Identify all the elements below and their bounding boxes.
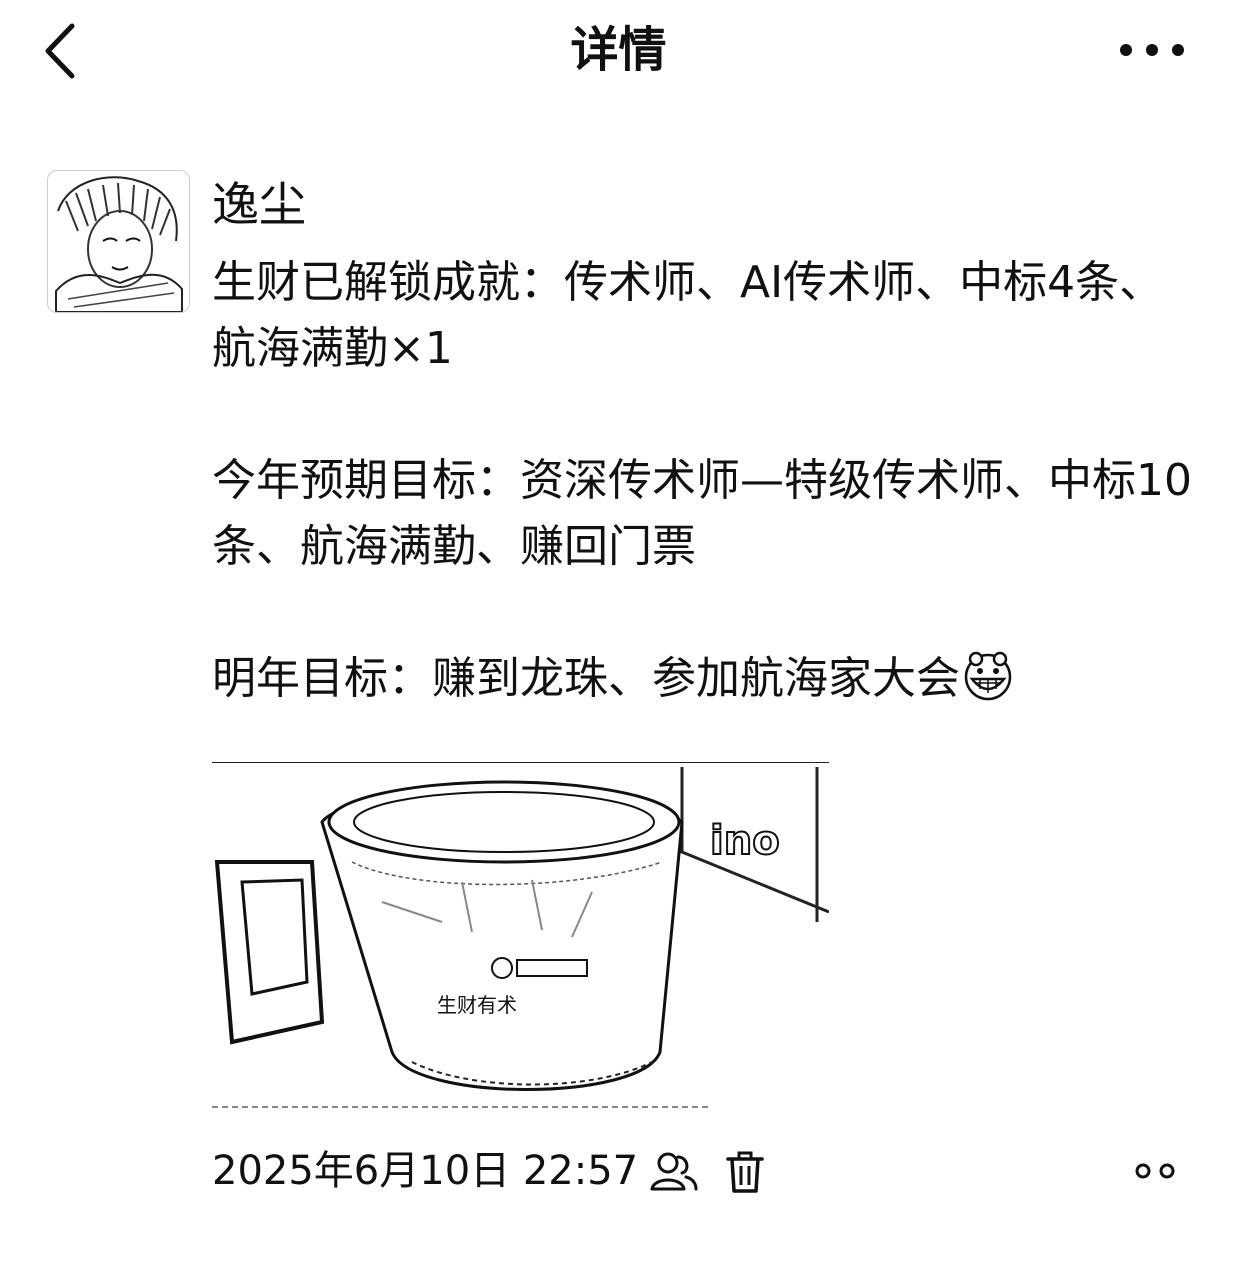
grinning-face-emoji-icon bbox=[960, 649, 1016, 701]
svg-text:ino: ino bbox=[710, 818, 780, 864]
more-button[interactable] bbox=[1112, 28, 1192, 72]
trash-icon[interactable] bbox=[724, 1149, 766, 1195]
more-horizontal-icon bbox=[1120, 44, 1184, 56]
page-title: 详情 bbox=[570, 22, 667, 78]
post-image[interactable]: ino 生财有术 bbox=[212, 762, 829, 1109]
post-content: 逸尘 生财已解锁成就：传术师、AI传术师、中标4条、航海满勤×1 今年预期目标：… bbox=[212, 170, 1192, 712]
post-text-paragraph-1: 生财已解锁成就：传术师、AI传术师、中标4条、航海满勤×1 bbox=[212, 257, 1164, 374]
post-footer: 2025年6月10日 22:57 bbox=[212, 1143, 1192, 1203]
post-text-paragraph-3: 明年目标：赚到龙珠、参加航海家大会 bbox=[212, 646, 1192, 712]
nav-bar: 详情 bbox=[0, 0, 1237, 100]
people-icon[interactable] bbox=[648, 1149, 700, 1195]
avatar-image bbox=[48, 171, 189, 312]
post-timestamp: 2025年6月10日 22:57 bbox=[212, 1148, 639, 1194]
avatar[interactable] bbox=[47, 170, 190, 313]
post-text-paragraph-3-text: 明年目标：赚到龙珠、参加航海家大会 bbox=[212, 653, 960, 704]
post-text-paragraph-2: 今年预期目标：资深传术师—特级传术师、中标10条、航海满勤、赚回门票 bbox=[212, 455, 1192, 572]
comment-dots-icon[interactable] bbox=[1130, 1153, 1182, 1189]
mug-printed-text: 生财有术 bbox=[437, 993, 517, 1017]
author-name[interactable]: 逸尘 bbox=[212, 170, 1192, 242]
mug-photo: ino 生财有术 bbox=[212, 762, 829, 1109]
